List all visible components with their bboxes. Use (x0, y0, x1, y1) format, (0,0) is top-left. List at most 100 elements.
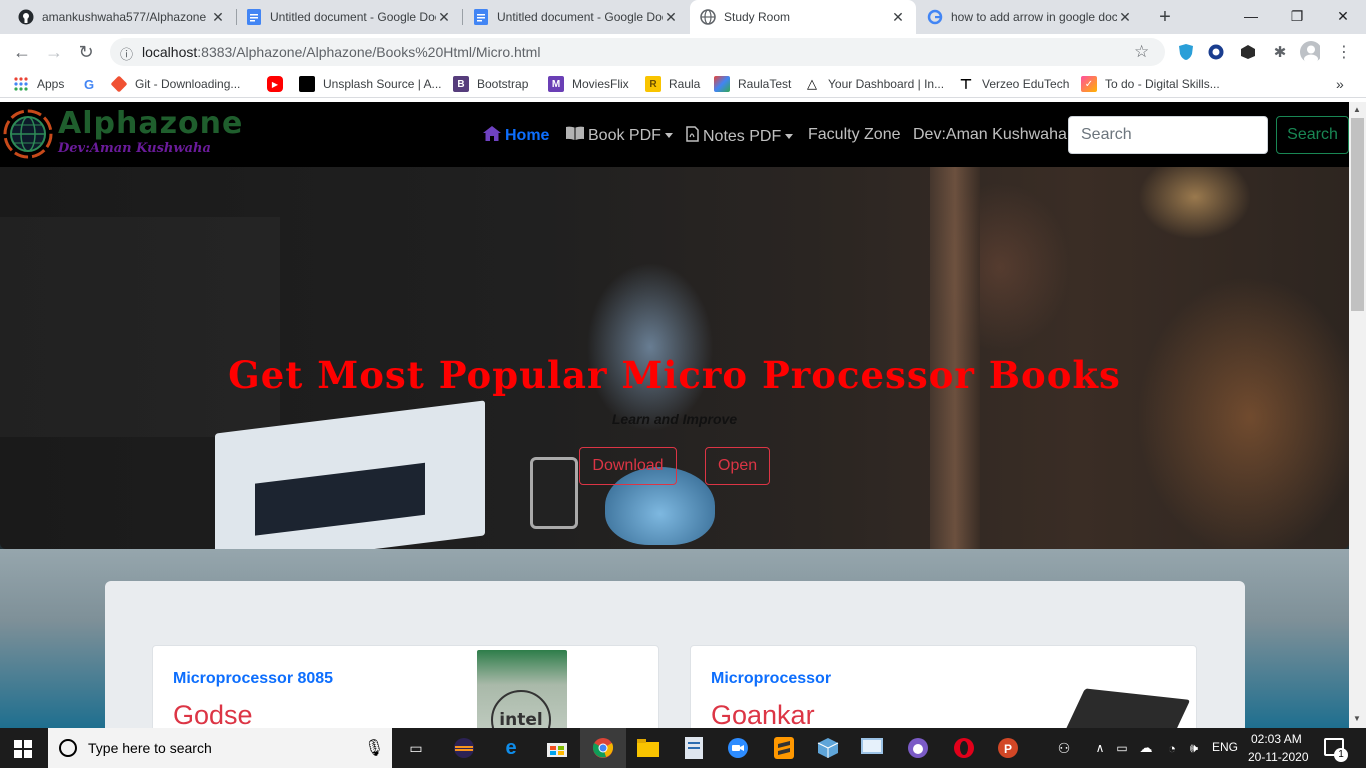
nav-faculty-zone[interactable]: Faculty Zone (808, 126, 900, 144)
books-container: Microprocessor 8085 Godse intel Micropro… (105, 581, 1245, 728)
bookmark-label: RaulaTest (738, 77, 792, 91)
tab-google-search[interactable]: how to add arrow in google docs ✕ (917, 0, 1143, 34)
bookmark-dashboard[interactable]: △ Your Dashboard | In... (804, 75, 944, 93)
wifi-icon[interactable]: ◔ (1160, 736, 1184, 760)
git-icon (110, 75, 128, 93)
hero-phone-image (530, 457, 578, 529)
sublime-text-icon[interactable] (772, 736, 796, 760)
book-card[interactable]: Microprocessor Goankar (690, 645, 1197, 728)
maximize-icon[interactable]: ❐ (1274, 0, 1320, 32)
windows-start-icon[interactable] (14, 740, 32, 761)
bookmark-raulatest[interactable]: RaulaTest (714, 75, 791, 93)
tab-title: Study Room (724, 10, 791, 24)
nav-book-pdf-dropdown[interactable]: Book PDF (566, 126, 673, 145)
show-hidden-icons-chevron-icon[interactable]: ∧ (1088, 736, 1112, 760)
bookmark-todo[interactable]: ✓ To do - Digital Skills... (1081, 75, 1220, 93)
remote-desktop-icon[interactable] (860, 736, 884, 760)
onedrive-cloud-icon[interactable]: ☁ (1134, 736, 1158, 760)
powerpoint-icon[interactable]: P (996, 736, 1020, 760)
bookmark-raula[interactable]: R Raula (645, 75, 700, 93)
download-button[interactable]: Download (579, 447, 677, 485)
nav-developer[interactable]: Dev:Aman Kushwaha (913, 126, 1067, 144)
notification-count-badge: 1 (1334, 748, 1348, 762)
extensions-puzzle-icon[interactable]: ✱ (1270, 42, 1290, 62)
bookmark-star-icon[interactable]: ☆ (1134, 42, 1149, 62)
reload-icon[interactable]: ↻ (72, 38, 100, 66)
tab-study-room[interactable]: Study Room ✕ (690, 0, 916, 34)
zoom-app-icon[interactable] (726, 736, 750, 760)
address-bar[interactable]: ⓘ localhost:8383/Alphazone/Alphazone/Boo… (110, 38, 1165, 66)
battery-icon[interactable]: ▭ (1110, 736, 1134, 760)
shield-extension-icon[interactable] (1176, 42, 1196, 62)
file-explorer-icon[interactable] (636, 736, 660, 760)
close-tab-icon[interactable]: ✕ (890, 9, 906, 26)
github-desktop-icon[interactable] (906, 736, 930, 760)
close-window-icon[interactable]: ✕ (1320, 0, 1366, 32)
task-view-icon[interactable]: ▭ (404, 736, 428, 760)
bookmark-verzeo[interactable]: ⊤ Verzeo EduTech (958, 75, 1070, 93)
store-icon[interactable] (545, 736, 569, 760)
bookmark-moviesflix[interactable]: M MoviesFlix (548, 75, 629, 93)
close-tab-icon[interactable]: ✕ (663, 9, 679, 26)
virtualbox-icon[interactable] (816, 736, 840, 760)
back-icon[interactable]: ← (8, 38, 36, 66)
volume-icon[interactable]: 🕪 (1182, 736, 1206, 760)
intel-chip-image: intel (477, 650, 567, 728)
menu-kebab-icon[interactable]: ⋮ (1334, 42, 1354, 62)
open-button[interactable]: Open (705, 447, 770, 485)
forward-icon[interactable]: → (40, 38, 68, 66)
microphone-icon[interactable]: 🎙 (364, 738, 384, 758)
google-docs-icon (473, 9, 489, 25)
taskbar-search-box[interactable]: Type here to search 🎙 (48, 728, 392, 768)
more-bookmarks-icon[interactable]: » (1336, 75, 1344, 93)
profile-avatar-icon[interactable] (1300, 41, 1320, 63)
book-icon (566, 126, 584, 145)
chrome-icon[interactable] (591, 736, 615, 760)
book-card[interactable]: Microprocessor 8085 Godse intel (152, 645, 659, 728)
bookmark-google[interactable]: G (81, 75, 105, 93)
eclipse-app-icon[interactable] (452, 736, 476, 760)
todo-icon: ✓ (1081, 76, 1097, 92)
dashboard-icon: △ (807, 76, 817, 91)
svg-text:P: P (1004, 742, 1012, 756)
site-logo-text[interactable]: Alphazone (58, 106, 243, 141)
hero-subtitle: Learn and Improve (611, 411, 738, 427)
nav-home[interactable]: Home (483, 126, 549, 146)
extension-cube-icon[interactable] (1238, 42, 1258, 62)
close-tab-icon[interactable]: ✕ (1117, 9, 1133, 26)
book-card-title: Microprocessor (711, 670, 832, 687)
scroll-down-arrow-icon[interactable]: ▼ (1353, 714, 1361, 723)
folder-icon: R (645, 76, 661, 92)
bookmark-youtube[interactable]: ▶ (267, 75, 291, 93)
site-search-input[interactable] (1068, 116, 1268, 154)
minimize-icon[interactable]: — (1228, 0, 1274, 32)
bookmark-git[interactable]: Git - Downloading... (110, 75, 240, 93)
tab-github[interactable]: amankushwaha577/Alphazone ✕ (8, 0, 236, 34)
close-tab-icon[interactable]: ✕ (210, 9, 226, 26)
tab-google-docs-1[interactable]: Untitled document - Google Docs ✕ (236, 0, 462, 34)
site-search-button[interactable]: Search (1276, 116, 1349, 154)
scroll-up-arrow-icon[interactable]: ▲ (1353, 105, 1361, 114)
people-icon[interactable]: ⚇ (1052, 736, 1076, 760)
scrollbar-thumb[interactable] (1351, 118, 1364, 311)
clock-date[interactable]: 20-11-2020 (1248, 750, 1309, 764)
hero-banner: Get Most Popular Micro Processor Books L… (0, 167, 1349, 549)
clock-time[interactable]: 02:03 AM (1251, 732, 1302, 746)
opera-browser-icon[interactable] (952, 736, 976, 760)
close-tab-icon[interactable]: ✕ (436, 9, 452, 26)
bookmark-bootstrap[interactable]: B Bootstrap (453, 75, 528, 93)
edge-browser-icon[interactable]: e (499, 736, 523, 760)
info-icon[interactable]: ⓘ (120, 44, 133, 63)
tab-title: amankushwaha577/Alphazone (42, 10, 207, 24)
bookmark-apps[interactable]: Apps (13, 75, 64, 93)
extension-circle-icon[interactable] (1206, 42, 1226, 62)
new-tab-icon[interactable]: + (1153, 6, 1177, 28)
page-scrollbar[interactable]: ▲ ▼ (1349, 102, 1366, 728)
language-indicator[interactable]: ENG (1212, 740, 1238, 754)
windows-taskbar: Type here to search 🎙 ▭ e P ⚇ ∧ ▭ ☁ ◔ 🕪 … (0, 728, 1366, 768)
document-app-icon[interactable] (682, 736, 706, 760)
alphazone-globe-logo-icon[interactable] (3, 109, 53, 159)
tab-google-docs-2[interactable]: Untitled document - Google Docs ✕ (463, 0, 689, 34)
bookmark-unsplash[interactable]: Unsplash Source | A... (299, 75, 442, 93)
nav-notes-pdf-dropdown[interactable]: Notes PDF (686, 126, 794, 147)
